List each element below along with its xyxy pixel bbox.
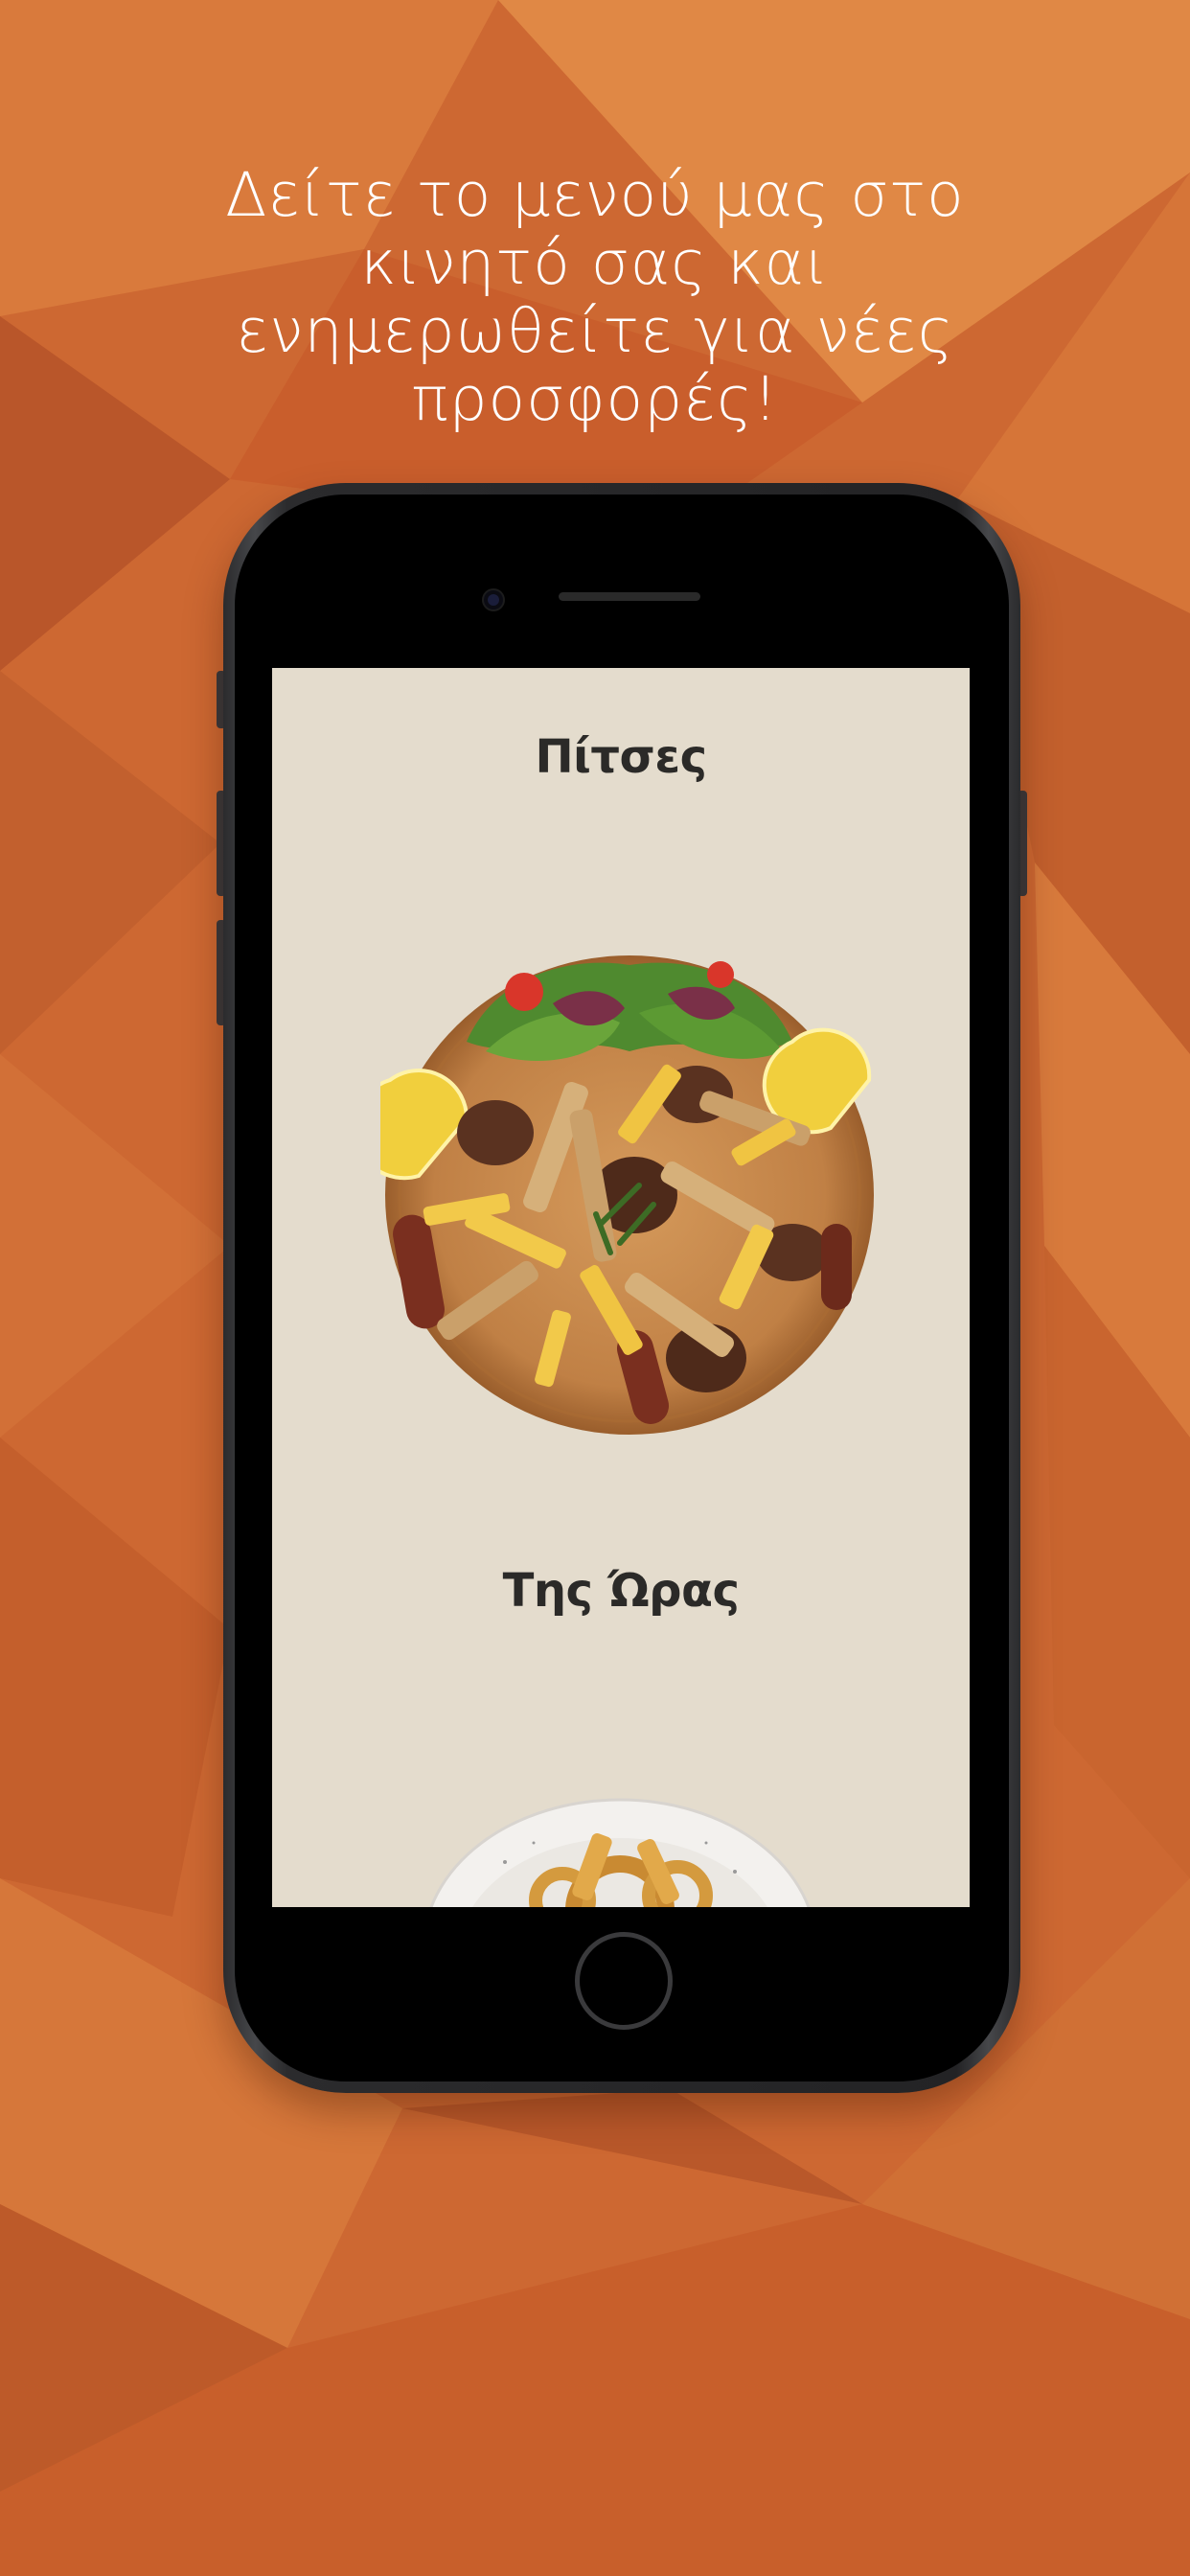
app-screen: Πίτσες Της Ώρας bbox=[272, 668, 970, 1907]
headline-line-4: προσφορές! bbox=[411, 364, 779, 434]
front-camera bbox=[484, 590, 503, 610]
headline-line-2: κινητό σας και bbox=[360, 228, 830, 298]
home-button[interactable] bbox=[575, 1932, 673, 2030]
headline-line-1: Δείτε το μενού μας στο bbox=[225, 160, 965, 230]
category-title-pizzas[interactable]: Πίτσες bbox=[272, 730, 970, 784]
headline-line-3: ενημερωθείτε για νέες bbox=[236, 296, 954, 366]
fried-calamari-bowl-image[interactable] bbox=[419, 1795, 821, 1907]
mixed-grill-platter-image[interactable] bbox=[380, 936, 879, 1439]
category-title-tis-oras[interactable]: Της Ώρας bbox=[272, 1564, 970, 1618]
earpiece-speaker bbox=[559, 592, 700, 601]
promo-headline: Δείτε το μενού μας στο κινητό σας και εν… bbox=[212, 161, 978, 433]
